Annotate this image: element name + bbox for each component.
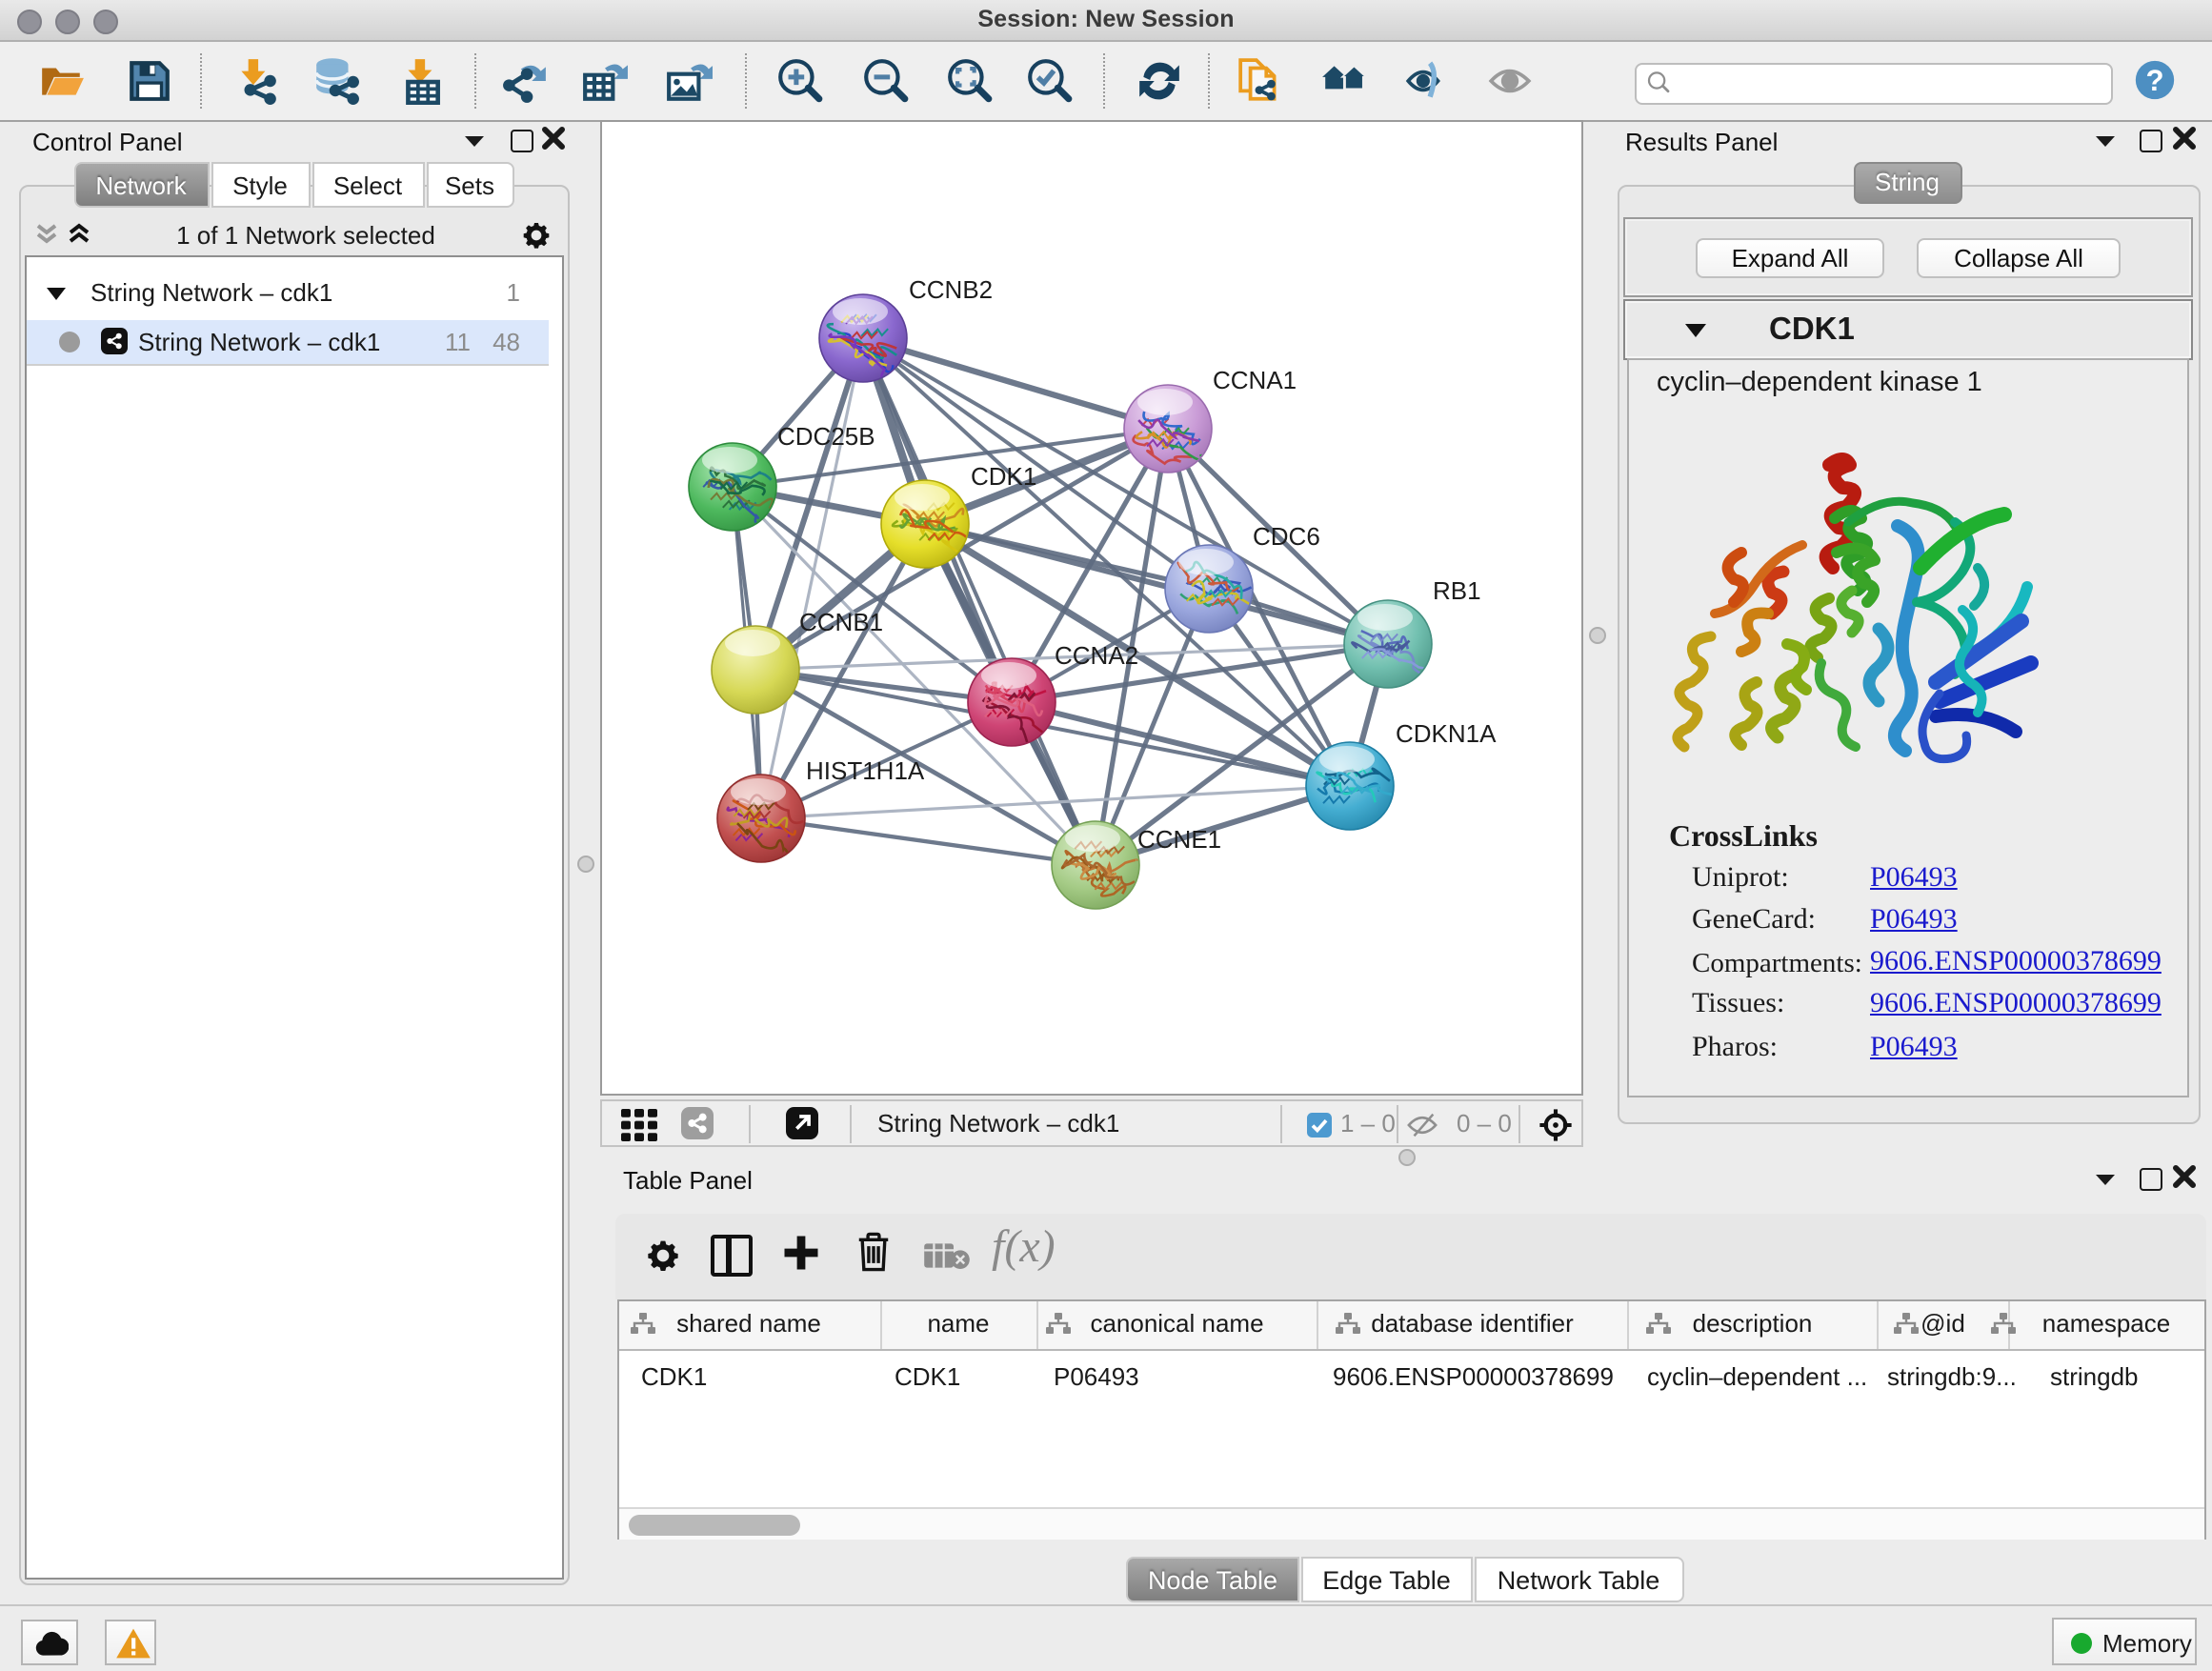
svg-text:RB1: RB1 <box>1432 575 1480 604</box>
svg-text:?: ? <box>2145 64 2163 97</box>
svg-text:CCNE1: CCNE1 <box>1136 824 1220 853</box>
svg-text:CCNA1: CCNA1 <box>1212 365 1296 393</box>
svg-text:CDKN1A: CDKN1A <box>1395 718 1496 747</box>
svg-text:CCNA2: CCNA2 <box>1054 640 1137 669</box>
svg-text:HIST1H1A: HIST1H1A <box>805 755 924 784</box>
svg-text:CDC25B: CDC25B <box>776 421 875 450</box>
svg-text:CDK1: CDK1 <box>970 461 1036 490</box>
svg-text:CCNB2: CCNB2 <box>908 274 992 303</box>
svg-text:CCNB1: CCNB1 <box>798 607 882 635</box>
svg-text:CDC6: CDC6 <box>1252 521 1319 550</box>
